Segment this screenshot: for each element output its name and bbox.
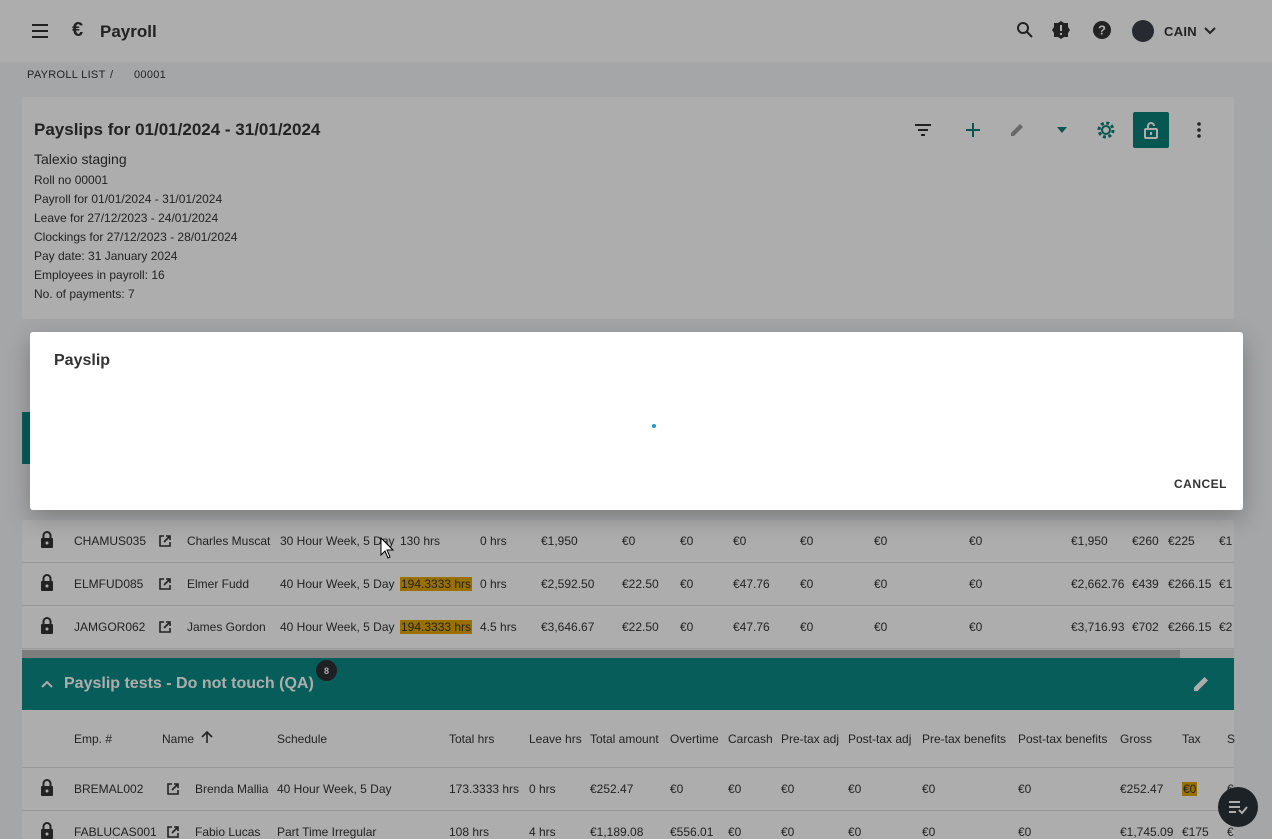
cancel-button[interactable]: CANCEL [1174, 477, 1227, 491]
dialog-title: Payslip [54, 352, 111, 369]
payslip-dialog: Payslip CANCEL [30, 332, 1243, 510]
mouse-cursor-icon [380, 536, 395, 564]
loading-spinner [652, 424, 656, 428]
